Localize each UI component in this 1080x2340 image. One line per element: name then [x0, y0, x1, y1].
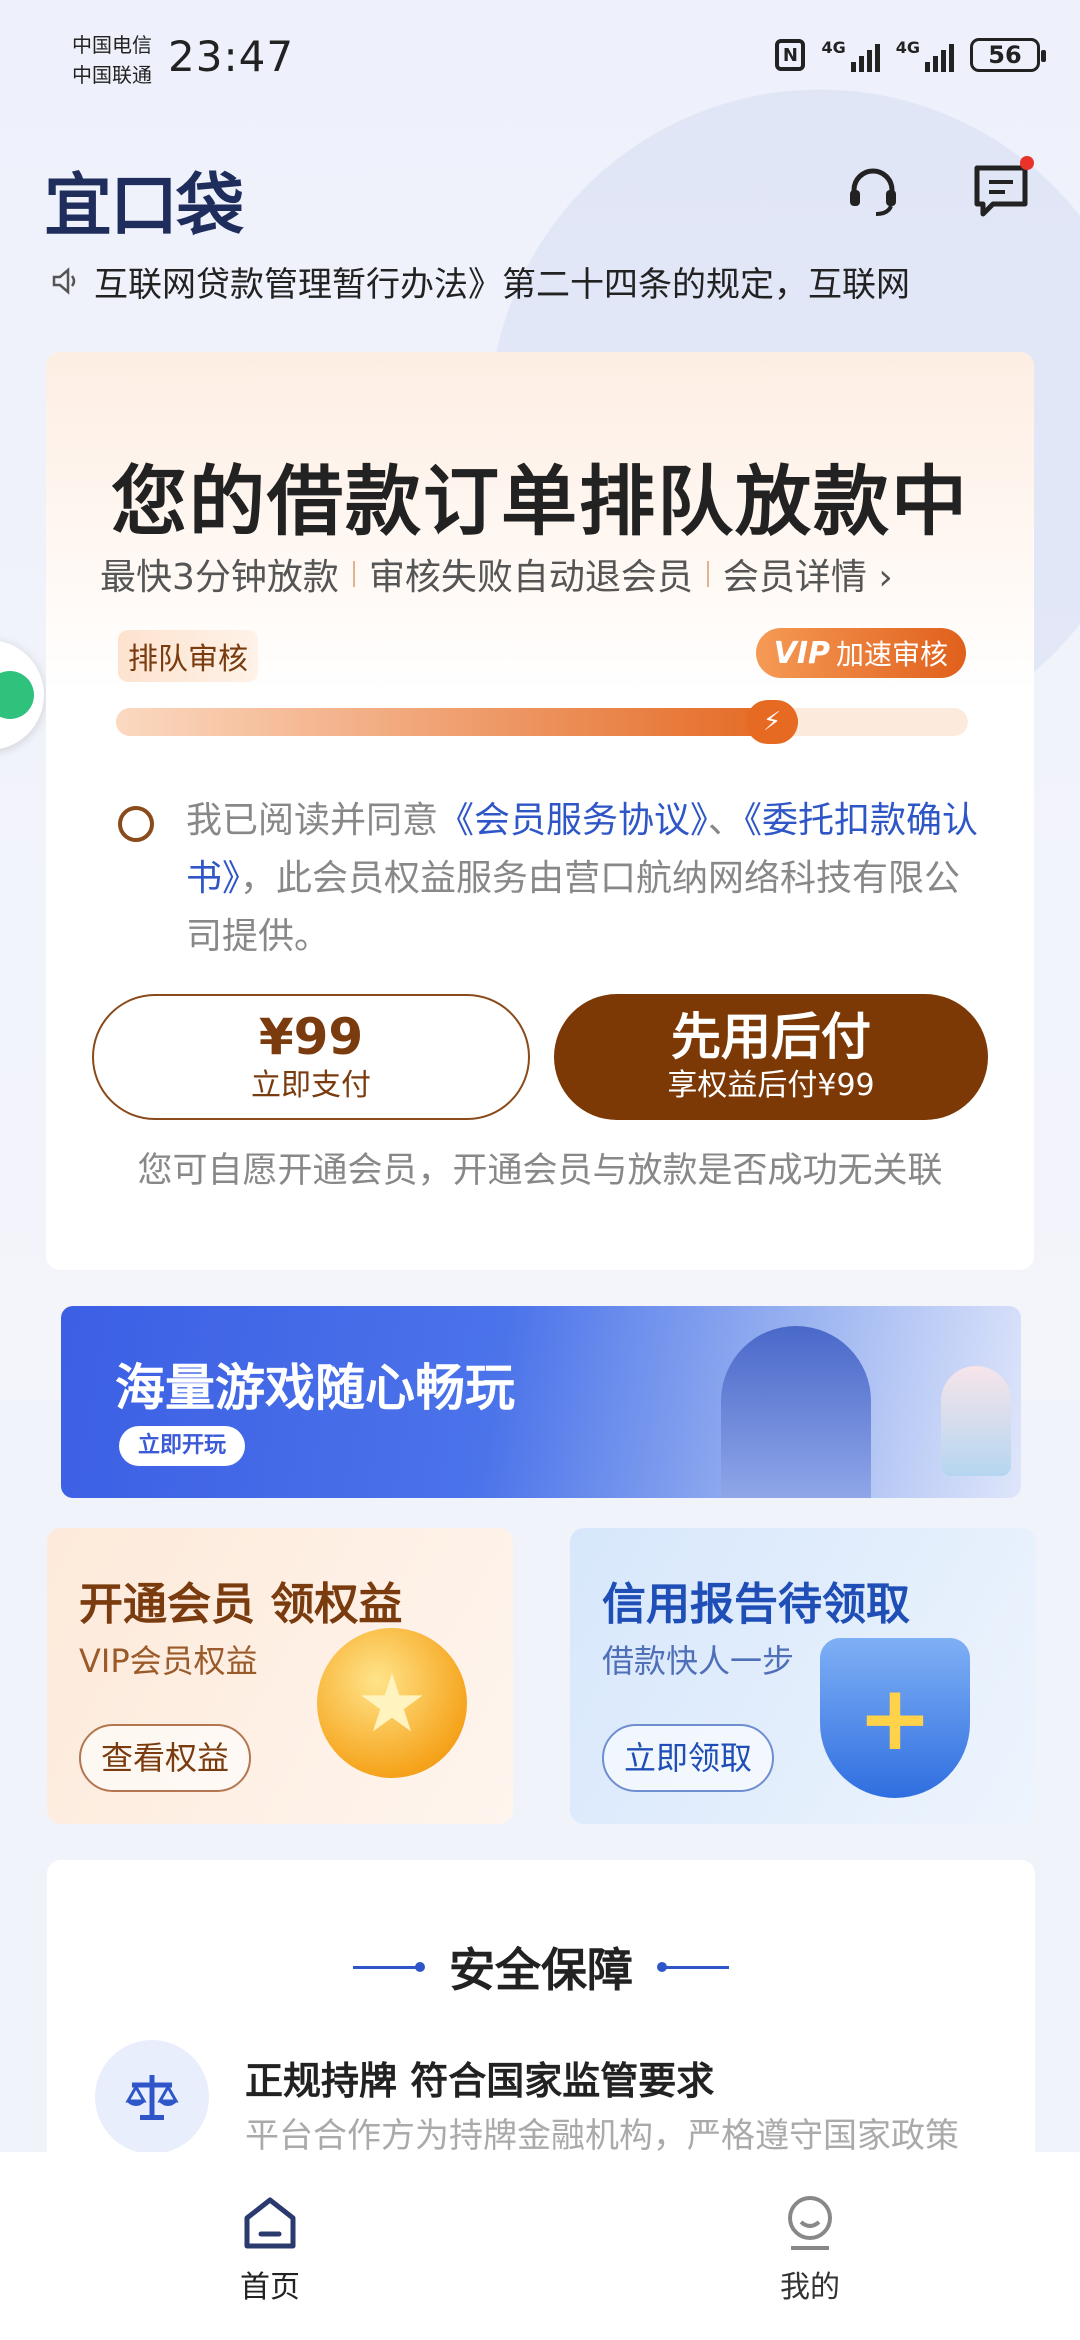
- security-section: 安全保障 正规持牌 符合国家监管要求 平台合作方为持牌金融机构，严格遵守国家政策: [47, 1860, 1035, 2180]
- notice-text: 互联网贷款管理暂行办法》第二十四条的规定，互联网: [94, 264, 910, 305]
- scale-icon: [95, 2040, 209, 2154]
- speaker-icon: [52, 267, 76, 295]
- pay-later-title: 先用后付: [671, 1008, 871, 1066]
- battery-icon: 56: [970, 38, 1046, 72]
- network-type-1: 4G: [821, 38, 846, 57]
- clock: 23:47: [168, 32, 295, 81]
- agreement-suffix: ，此会员权益服务由营口航纳网络科技有限公司提供。: [186, 858, 961, 957]
- carrier-2: 中国联通: [72, 63, 152, 87]
- network-type-2: 4G: [895, 38, 920, 57]
- member-details-link[interactable]: 会员详情 ›: [723, 548, 893, 600]
- loan-status-card: 您的借款订单排队放款中 最快3分钟放款 审核失败自动退会员 会员详情 › 排队审…: [46, 352, 1034, 1270]
- progress-label: 排队审核: [118, 630, 258, 682]
- progress-fill: [116, 708, 798, 736]
- divider: [706, 561, 709, 587]
- security-item-title: 正规持牌 符合国家监管要求: [245, 2059, 715, 2103]
- vip-badge-label: 加速审核: [835, 638, 948, 671]
- shield-icon: +: [820, 1638, 970, 1798]
- profile-icon: [788, 2196, 832, 2250]
- member-service-agreement-link[interactable]: 《会员服务协议》: [438, 800, 708, 841]
- credit-report-card[interactable]: + 信用报告待领取 借款快人一步 立即领取: [570, 1528, 1036, 1824]
- chat-icon: [0, 671, 34, 719]
- sub-fast-loan: 最快3分钟放款: [100, 557, 339, 598]
- vip-mark: VIP: [773, 635, 830, 671]
- carrier-1: 中国电信: [72, 33, 152, 57]
- nfc-icon: N: [775, 39, 806, 71]
- signal-icon-2: 4G: [896, 38, 954, 72]
- vip-speedup-badge[interactable]: VIP 加速审核: [755, 628, 966, 678]
- signal-icon: 4G: [821, 38, 880, 72]
- credit-card-subtitle: 借款快人一步: [602, 1642, 795, 1680]
- carrier-labels: 中国电信 中国联通: [72, 30, 152, 90]
- agreement-checkbox[interactable]: [118, 806, 154, 842]
- payment-buttons: ¥99 立即支付 先用后付 享权益后付¥99: [92, 994, 988, 1120]
- view-benefits-button[interactable]: 查看权益: [79, 1724, 252, 1792]
- banner-title: 海量游戏随心畅玩: [115, 1359, 515, 1417]
- member-card-title: 开通会员 领权益: [79, 1579, 403, 1630]
- security-title: 安全保障: [449, 1943, 633, 1997]
- tab-home[interactable]: 首页: [190, 2192, 350, 2306]
- credit-card-title: 信用报告待领取: [602, 1579, 910, 1630]
- claim-now-button[interactable]: 立即领取: [602, 1724, 775, 1792]
- unread-dot: [1020, 156, 1034, 170]
- play-now-button[interactable]: 立即开玩: [119, 1426, 245, 1466]
- status-bar: 中国电信 中国联通 23:47 N 4G 4G 56: [0, 0, 1080, 120]
- card-title: 您的借款订单排队放款中: [111, 457, 969, 546]
- membership-disclaimer: 您可自愿开通会员，开通会员与放款是否成功无关联: [137, 1151, 943, 1191]
- agreement-separator: 、: [708, 800, 745, 841]
- title-decoration-right: [657, 1961, 729, 1972]
- member-card-subtitle: VIP会员权益: [79, 1642, 258, 1680]
- tab-mine-label: 我的: [780, 2270, 840, 2305]
- sub-refund: 审核失败自动退会员: [368, 557, 693, 598]
- lightning-icon: ⚡: [746, 700, 798, 744]
- title-decoration-left: [353, 1961, 425, 1972]
- member-details-label: 会员详情: [722, 557, 867, 598]
- games-banner[interactable]: 海量游戏随心畅玩 立即开玩: [61, 1306, 1021, 1498]
- divider: [352, 561, 355, 587]
- tab-mine[interactable]: 我的: [730, 2192, 890, 2306]
- agreement-prefix: 我已阅读并同意: [186, 800, 439, 841]
- progress-track: ⚡: [116, 700, 968, 744]
- pay-now-label: 立即支付: [251, 1068, 371, 1103]
- home-icon: [244, 2197, 296, 2249]
- tab-home-label: 首页: [240, 2270, 300, 2305]
- security-title-row: 安全保障: [47, 1934, 1035, 2000]
- card-subtitle: 最快3分钟放款 审核失败自动退会员 会员详情 ›: [100, 548, 893, 600]
- status-icons: N 4G 4G 56: [775, 38, 1046, 72]
- pay-now-button[interactable]: ¥99 立即支付: [92, 994, 530, 1120]
- game-character-image: [721, 1326, 871, 1498]
- pay-price: ¥99: [258, 1008, 364, 1066]
- message-icon[interactable]: [970, 156, 1034, 222]
- agreement-block: 我已阅读并同意《会员服务协议》、《委托扣款确认书》，此会员权益服务由营口航纳网络…: [118, 792, 988, 966]
- app-logo: 宜口袋: [44, 167, 244, 246]
- member-benefits-card[interactable]: ★ 开通会员 领权益 VIP会员权益 查看权益: [47, 1528, 513, 1824]
- security-item-desc: 平台合作方为持牌金融机构，严格遵守国家政策: [245, 2116, 959, 2156]
- pay-later-label: 享权益后付¥99: [667, 1068, 875, 1103]
- bottom-tab-bar: 首页 我的: [0, 2152, 1080, 2340]
- star-coin-icon: ★: [317, 1628, 467, 1778]
- pay-later-button[interactable]: 先用后付 享权益后付¥99: [554, 994, 988, 1120]
- headset-icon[interactable]: [842, 160, 904, 222]
- chevron-right-icon: ›: [878, 557, 893, 598]
- game-character-image-2: [941, 1366, 1011, 1476]
- notice-bar[interactable]: 互联网贷款管理暂行办法》第二十四条的规定，互联网: [50, 256, 1036, 306]
